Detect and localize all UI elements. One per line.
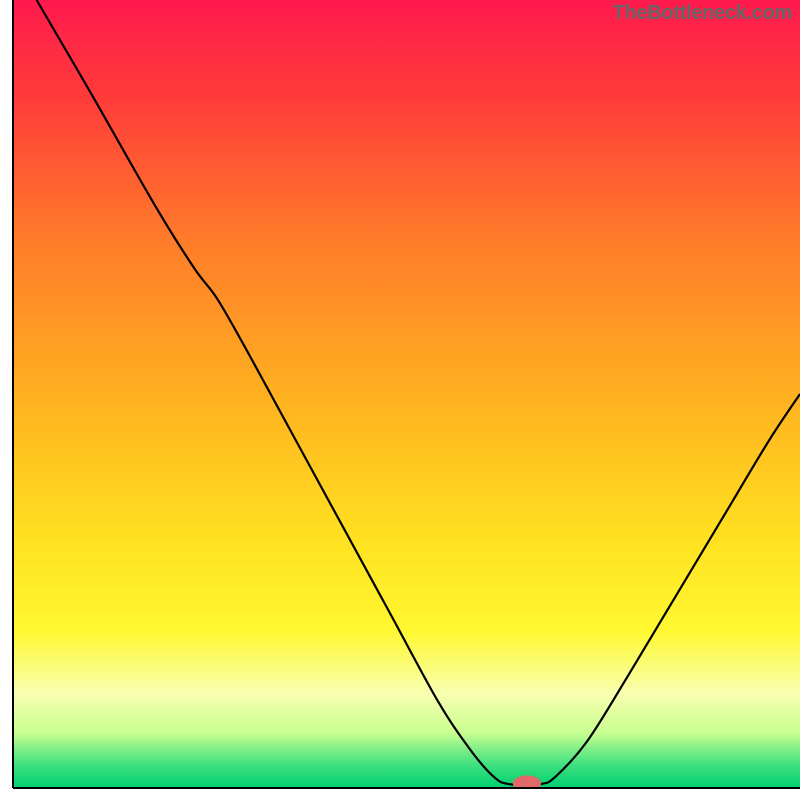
source-watermark: TheBottleneck.com: [613, 2, 792, 25]
chart-svg: [0, 0, 800, 800]
bottleneck-chart: TheBottleneck.com: [0, 0, 800, 800]
gradient-background: [13, 0, 800, 788]
